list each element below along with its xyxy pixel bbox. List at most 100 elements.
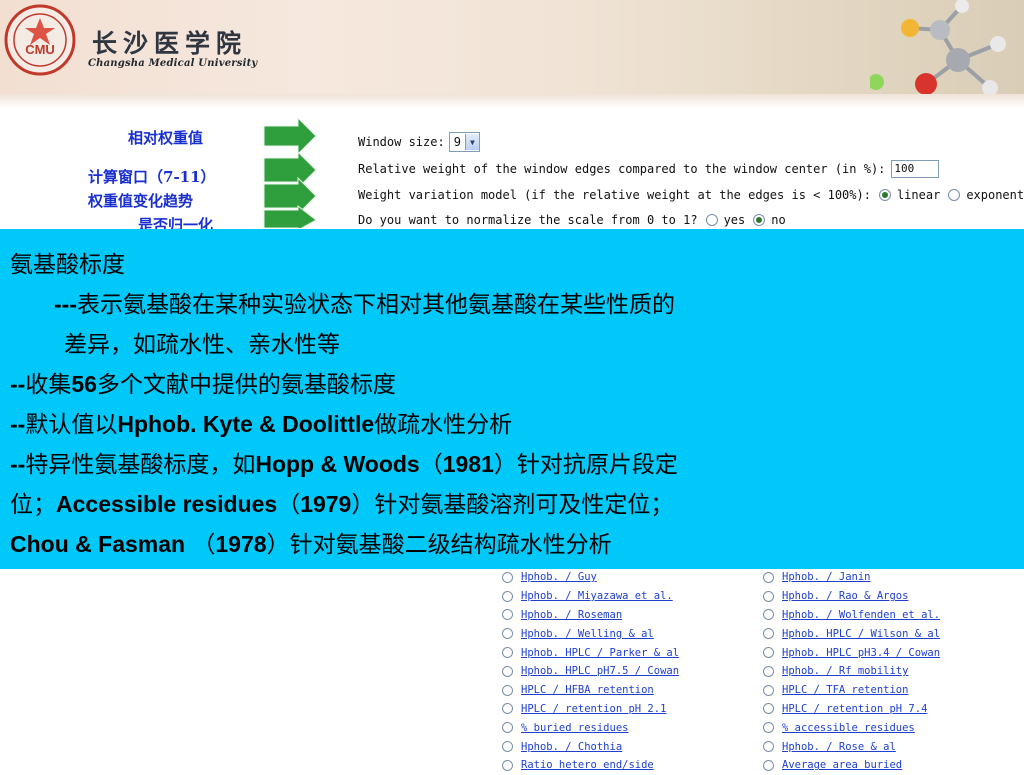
scale-link[interactable]: Hphob. HPLC pH7.5 / Cowan	[521, 665, 679, 677]
scale-radio[interactable]	[502, 609, 513, 621]
scale-radio[interactable]	[502, 741, 513, 753]
scale-radio[interactable]	[763, 571, 774, 583]
window-size-select[interactable]: 9 ▼	[448, 132, 480, 152]
svg-text:CMU: CMU	[25, 42, 55, 57]
scale-link[interactable]: Hphob. / Wolfenden et al.	[782, 609, 940, 621]
label-weight-trend: 权重值变化趋势	[88, 192, 194, 210]
arrow-window-icon	[263, 150, 317, 190]
scale-list-item: Average area buried	[759, 756, 940, 775]
chevron-down-icon[interactable]: ▼	[464, 134, 479, 150]
scale-list-item: Hphob. / Chothia	[498, 737, 679, 756]
scale-link[interactable]: Hphob. / Rf mobility	[782, 665, 908, 677]
window-size-label: Window size:	[358, 135, 445, 149]
scale-link[interactable]: Hphob. / Roseman	[521, 609, 622, 621]
university-seal-icon: CMU	[4, 4, 76, 76]
scale-radio[interactable]	[502, 647, 513, 659]
scale-radio[interactable]	[763, 759, 774, 771]
scale-list-item: Hphob. / Wolfenden et al.	[759, 606, 940, 625]
window-size-value: 9	[453, 135, 461, 149]
scale-radio[interactable]	[763, 722, 774, 734]
scale-link[interactable]: Hphob. / Welling & al	[521, 628, 654, 640]
overlay-collected: --收集56多个文献中提供的氨基酸标度	[10, 371, 396, 398]
overlay-definition: ---表示氨基酸在某种实验状态下相对其他氨基酸在某些性质的	[54, 291, 675, 318]
arrow-group-icon	[263, 118, 317, 228]
radio-no-label: no	[771, 213, 786, 227]
scale-link[interactable]: Hphob. / Rao & Argos	[782, 590, 908, 602]
scale-link[interactable]: Average area buried	[782, 759, 902, 771]
scale-link[interactable]: Hphob. / Janin	[782, 571, 871, 583]
label-window: 计算窗口（7-11）	[88, 168, 216, 186]
scale-link[interactable]: Hphob. HPLC pH3.4 / Cowan	[782, 647, 940, 659]
overlay-chou-fasman: Chou & Fasman （1978）针对氨基酸二级结构疏水性分析	[10, 531, 612, 558]
normalize-label: Do you want to normalize the scale from …	[358, 213, 698, 227]
scale-link[interactable]: Hphob. / Guy	[521, 571, 597, 583]
scale-list-item: HPLC / retention pH 2.1	[498, 700, 679, 719]
radio-no[interactable]	[753, 214, 766, 226]
overlay-specific: --特异性氨基酸标度，如Hopp & Woods（1981）针对抗原片段定	[10, 451, 678, 478]
scale-radio[interactable]	[502, 759, 513, 771]
scale-link[interactable]: HPLC / retention pH 7.4	[782, 703, 927, 715]
radio-linear-label: linear	[896, 188, 941, 202]
university-name-en: Changsha Medical University	[88, 58, 258, 69]
scale-link[interactable]: HPLC / retention pH 2.1	[521, 703, 666, 715]
scale-link[interactable]: HPLC / TFA retention	[782, 684, 908, 696]
scale-radio[interactable]	[502, 703, 513, 715]
scale-radio[interactable]	[763, 628, 774, 640]
scale-list-item: % buried residues	[498, 718, 679, 737]
arrow-normalize-icon	[263, 204, 317, 228]
scale-list-item: % accessible residues	[759, 718, 940, 737]
radio-exponential-label: exponential	[966, 188, 1024, 202]
scale-list-left: Hphob. / Guy Hphob. / Miyazawa et al. Hpho…	[498, 568, 679, 775]
scale-radio[interactable]	[502, 684, 513, 696]
scale-radio[interactable]	[502, 571, 513, 583]
scale-link[interactable]: Ratio hetero end/side	[521, 759, 654, 771]
relative-weight-input[interactable]: 100	[891, 160, 940, 178]
university-name-cn: 长沙医学院	[92, 29, 248, 58]
scale-link[interactable]: Hphob. HPLC / Parker & al	[521, 647, 679, 659]
molecule-decoration-icon	[870, 0, 1006, 96]
overlay-accessible: 位；Accessible residues（1979）针对氨基酸溶剂可及性定位；	[10, 491, 674, 518]
radio-yes-label: yes	[723, 213, 746, 227]
scale-link[interactable]: Hphob. / Miyazawa et al.	[521, 590, 673, 602]
scale-list-item: Hphob. / Guy	[498, 568, 679, 587]
scale-radio[interactable]	[763, 609, 774, 621]
relative-weight-row: Relative weight of the window edges comp…	[358, 160, 940, 178]
scale-list-item: Hphob. / Welling & al	[498, 624, 679, 643]
scale-list-item: Ratio hetero end/side	[498, 756, 679, 775]
scale-link[interactable]: % accessible residues	[782, 722, 915, 734]
variation-model-row: Weight variation model (if the relative …	[358, 188, 1024, 202]
scale-radio[interactable]	[502, 628, 513, 640]
radio-linear[interactable]	[878, 189, 891, 201]
scale-link[interactable]: % buried residues	[521, 722, 628, 734]
scale-link[interactable]: Hphob. / Rose & al	[782, 741, 896, 753]
scale-list-item: HPLC / HFBA retention	[498, 681, 679, 700]
scale-list-item: Hphob. HPLC pH3.4 / Cowan	[759, 643, 940, 662]
scale-radio[interactable]	[763, 647, 774, 659]
scale-list-item: Hphob. / Rose & al	[759, 737, 940, 756]
scale-link[interactable]: HPLC / HFBA retention	[521, 684, 654, 696]
scale-radio[interactable]	[763, 665, 774, 677]
radio-yes[interactable]	[705, 214, 718, 226]
scale-radio[interactable]	[763, 703, 774, 715]
scale-list-item: Hphob. / Janin	[759, 568, 940, 587]
scale-list-item: HPLC / TFA retention	[759, 681, 940, 700]
scale-list-item: Hphob. HPLC / Wilson & al	[759, 624, 940, 643]
relative-weight-label: Relative weight of the window edges comp…	[358, 162, 886, 176]
scale-list-item: HPLC / retention pH 7.4	[759, 700, 940, 719]
scale-link[interactable]: Hphob. / Chothia	[521, 741, 622, 753]
overlay-default: --默认值以Hphob. Kyte & Doolittle做疏水性分析	[10, 411, 513, 438]
scale-radio[interactable]	[763, 741, 774, 753]
scale-list-item: Hphob. / Miyazawa et al.	[498, 587, 679, 606]
scale-radio[interactable]	[502, 665, 513, 677]
radio-exponential[interactable]	[948, 189, 961, 201]
explanation-overlay: 氨基酸标度 ---表示氨基酸在某种实验状态下相对其他氨基酸在某些性质的 差异，如…	[0, 229, 1024, 569]
scale-radio[interactable]	[502, 590, 513, 602]
normalize-row: Do you want to normalize the scale from …	[358, 213, 786, 227]
scale-radio[interactable]	[502, 722, 513, 734]
header-divider	[0, 94, 1024, 108]
scale-radio[interactable]	[763, 590, 774, 602]
scale-radio[interactable]	[763, 684, 774, 696]
scale-link[interactable]: Hphob. HPLC / Wilson & al	[782, 628, 940, 640]
overlay-title: 氨基酸标度	[10, 252, 125, 278]
scale-list-item: Hphob. / Rao & Argos	[759, 587, 940, 606]
